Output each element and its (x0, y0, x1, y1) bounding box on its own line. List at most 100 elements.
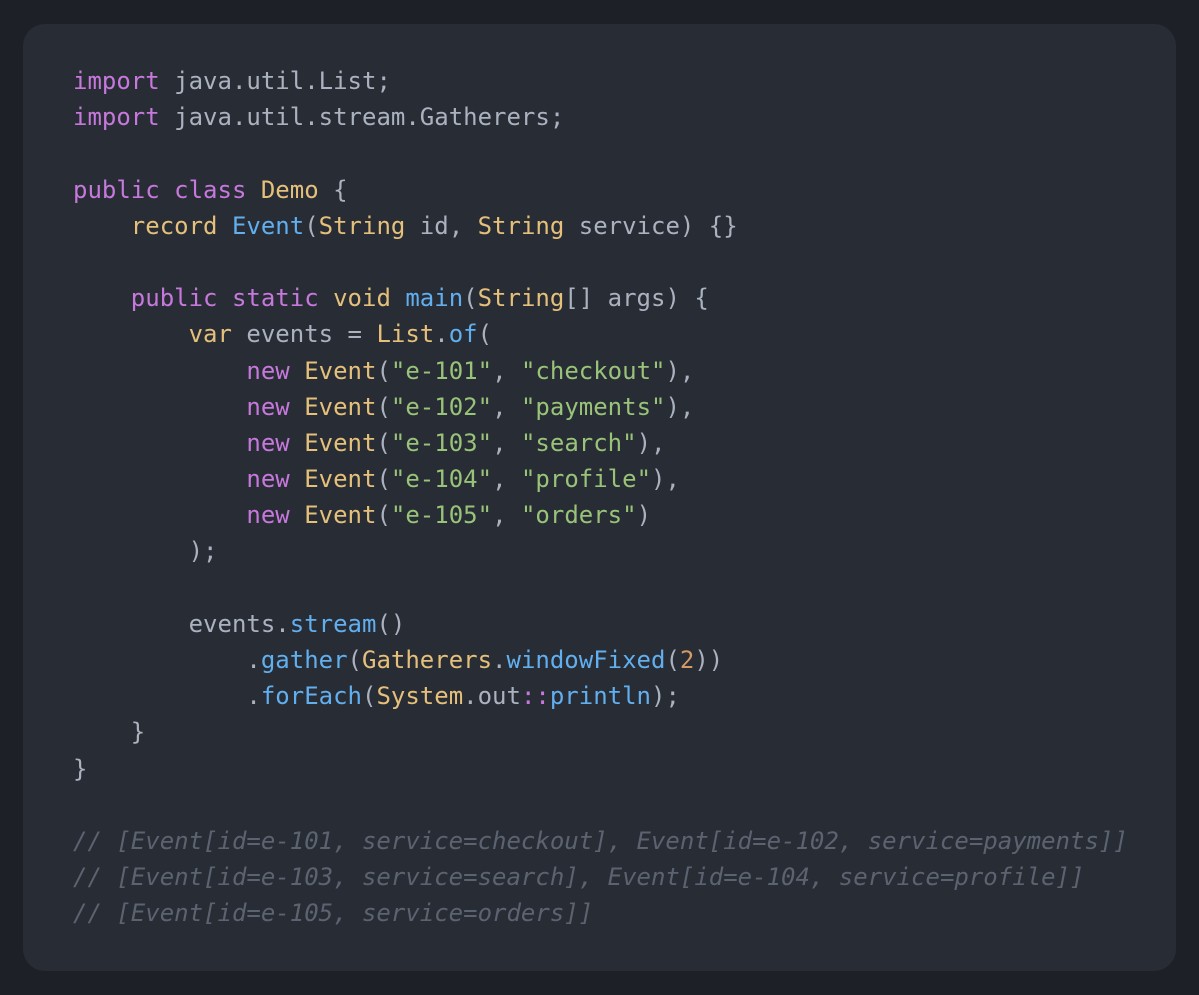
code-token: ), (651, 465, 680, 494)
code-token: java.util.stream.Gatherers; (159, 103, 565, 132)
code-token: 2 (679, 646, 695, 674)
code-token: Event (304, 465, 377, 494)
code-token: main (405, 284, 464, 313)
code-token: Event (231, 211, 305, 240)
code-line: import java.util.List; (73, 63, 1128, 99)
code-token: "orders" (520, 501, 637, 530)
code-token: ( (376, 428, 391, 457)
code-token: . (492, 646, 507, 674)
code-token: ( (304, 211, 319, 240)
code-token: String (477, 211, 565, 240)
code-token: println (549, 682, 652, 711)
code-token: "checkout" (520, 356, 666, 385)
code-line: // [Event[id=e-105, service=orders]] (73, 895, 1128, 931)
code-token: [] args) { (564, 284, 709, 313)
code-token: windowFixed (506, 646, 666, 674)
code-token: } (73, 718, 146, 747)
code-token: service) {} (564, 211, 738, 240)
code-token: new (246, 356, 290, 385)
code-token: } (73, 754, 88, 783)
code-line: public static void main(String[] args) { (73, 280, 1128, 316)
code-token: java.util.List; (159, 67, 391, 95)
code-comment: // [Event[id=e-105, service=orders]] (73, 899, 594, 928)
code-token: events = (231, 320, 377, 349)
code-line: new Event("e-104", "profile"), (73, 461, 1128, 497)
code-token: ( (477, 320, 493, 349)
code-line: new Event("e-102", "payments"), (73, 389, 1128, 425)
code-token: id, (405, 211, 478, 240)
code-token: "search" (520, 428, 637, 457)
code-card: import java.util.List; import java.util.s… (23, 24, 1176, 971)
code-token: void (333, 284, 391, 313)
code-token: var (188, 320, 232, 349)
code-line: // [Event[id=e-101, service=checkout], E… (73, 823, 1128, 859)
code-token: "e-101" (390, 356, 493, 385)
code-line: public class Demo { (73, 172, 1128, 208)
code-token: ); (651, 682, 680, 711)
code-token: ) (636, 501, 652, 530)
code-line: var events = List.of( (73, 316, 1128, 352)
code-line: events.stream() (73, 606, 1128, 642)
code-line: new Event("e-101", "checkout"), (73, 353, 1128, 389)
code-token: { (318, 175, 348, 204)
code-token: ( (376, 465, 391, 494)
code-token: System (376, 682, 464, 711)
code-token: :: (520, 682, 550, 711)
code-comment: // [Event[id=e-101, service=checkout], E… (73, 826, 1128, 855)
code-token: Event (304, 356, 377, 385)
code-token: new (246, 392, 290, 421)
code-comment: // [Event[id=e-103, service=search], Eve… (73, 863, 1085, 892)
code-token: import (73, 67, 160, 95)
code-token: String (477, 284, 565, 313)
code-token: "profile" (520, 465, 652, 494)
code-token: ), (665, 392, 695, 421)
code-token: stream (289, 609, 377, 638)
code-token: , (492, 428, 521, 457)
code-token: . (434, 320, 449, 349)
code-token: "e-103" (390, 428, 493, 457)
code-line: .gather(Gatherers.windowFixed(2)) (73, 642, 1128, 678)
code-token: gather (260, 646, 348, 674)
code-token: . (73, 682, 261, 711)
code-token: .out (463, 682, 521, 711)
code-token: ( (376, 392, 391, 421)
code-line: } (73, 714, 1128, 750)
code-token: String (318, 211, 406, 240)
code-token: "e-102" (390, 392, 493, 421)
code-line: new Event("e-105", "orders") (73, 497, 1128, 533)
code-token: new (246, 501, 290, 530)
code-line: // [Event[id=e-103, service=search], Eve… (73, 859, 1128, 895)
code-token: ( (347, 646, 362, 674)
code-token: ), (636, 428, 666, 457)
code-token: , (492, 501, 521, 530)
code-token: record (130, 211, 218, 240)
code-token: , (492, 392, 521, 421)
code-token: ( (376, 501, 391, 530)
code-line: import java.util.stream.Gatherers; (73, 99, 1128, 135)
code-token: ( (463, 284, 478, 313)
code-token: List (376, 320, 435, 349)
code-token: new (246, 428, 290, 457)
code-block: import java.util.List; import java.util.s… (73, 63, 1128, 932)
code-token: forEach (260, 682, 362, 711)
code-token: public class (73, 175, 247, 204)
code-token: public static (130, 284, 319, 313)
code-line: new Event("e-103", "search"), (73, 425, 1128, 461)
code-token: Gatherers (362, 646, 493, 674)
